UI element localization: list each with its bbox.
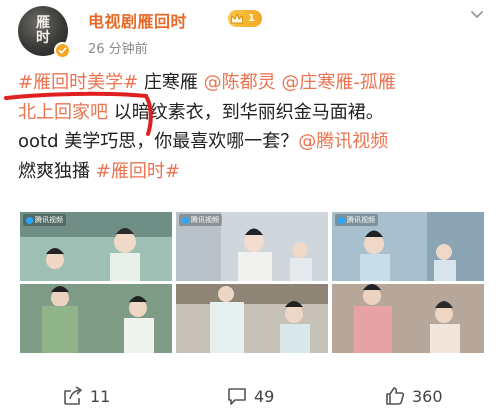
share-button[interactable]: 11 [62,383,110,409]
comment-button[interactable]: 49 [226,383,274,409]
tencent-video-icon [182,216,189,224]
chevron-down-icon[interactable] [470,10,484,20]
post-link[interactable]: @庄寒雁-孤雁 [281,72,396,93]
red-marker-annotation [4,91,153,136]
post-timestamp: 26 分钟前 [88,42,148,57]
tencent-video-icon [26,216,33,224]
post-text-segment: 燃爽独播 [18,160,96,182]
image-thumbnail[interactable] [332,284,484,353]
like-count: 360 [412,386,443,406]
image-thumbnail[interactable] [176,284,328,353]
vip-level: 1 [248,13,255,24]
comment-count: 49 [254,386,275,406]
share-icon [64,386,82,405]
crown-icon [230,12,244,23]
vip-badge[interactable]: 1 [228,10,262,27]
action-bar: 11 49 360 [0,383,500,409]
watermark-tag: 腾讯视频 [335,214,378,226]
author-name[interactable]: 电视剧雁回时 [88,8,187,32]
image-thumbnail[interactable]: 腾讯视频 [20,212,172,281]
verified-badge-icon [54,42,71,59]
image-grid: 腾讯视频 腾讯视频 腾讯视频 [20,212,484,353]
image-thumbnail[interactable]: 腾讯视频 [332,212,484,281]
post-link[interactable]: @陈都灵 [204,72,276,93]
comment-icon [228,388,246,405]
image-thumbnail[interactable]: 腾讯视频 [176,212,328,281]
like-button[interactable]: 360 [384,383,443,409]
tencent-video-icon [338,216,345,224]
image-thumbnail[interactable] [20,284,172,353]
post-header: 雁时 电视剧雁回时 1 26 分钟前 [0,0,500,62]
share-count: 11 [90,386,111,406]
thumbs-up-icon [386,387,405,405]
content-line-4: 燃爽独播 #雁回时# [18,157,488,187]
post-link[interactable]: #雁回时# [96,161,180,182]
post-link[interactable]: @腾讯视频 [298,131,388,152]
watermark-tag: 腾讯视频 [179,214,222,226]
watermark-tag: 腾讯视频 [23,214,66,226]
